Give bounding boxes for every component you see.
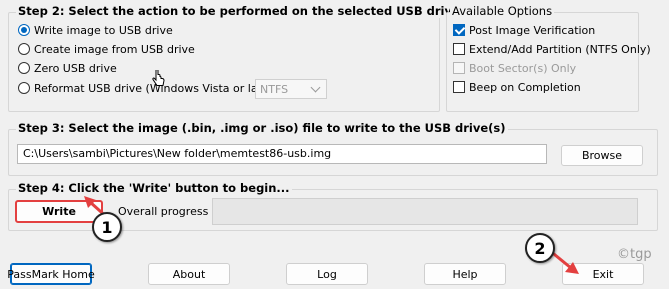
radio-label: Write image to USB drive	[34, 23, 173, 37]
image-path-field[interactable]: C:\Users\sambi\Pictures\New folder\memte…	[17, 144, 547, 164]
checkbox-label: Boot Sector(s) Only	[469, 61, 577, 75]
chevron-down-icon	[310, 82, 321, 92]
checkbox-label: Post Image Verification	[469, 23, 596, 37]
browse-button[interactable]: Browse	[561, 145, 643, 166]
checkbox-label: Extend/Add Partition (NTFS Only)	[469, 42, 651, 56]
filesystem-select[interactable]: NTFS	[255, 79, 327, 99]
help-button[interactable]: Help	[424, 263, 506, 285]
checkbox-icon[interactable]	[453, 24, 465, 36]
checkbox-icon[interactable]	[453, 81, 465, 93]
checkbox-icon	[453, 62, 465, 74]
check-extend-partition[interactable]: Extend/Add Partition (NTFS Only)	[453, 41, 651, 57]
check-post-image-verification[interactable]: Post Image Verification	[453, 22, 595, 38]
radio-button-icon[interactable]	[18, 62, 30, 74]
radio-label: Create image from USB drive	[34, 42, 195, 56]
overall-progress-label: Overall progress	[118, 205, 209, 218]
check-boot-sector-only: Boot Sector(s) Only	[453, 60, 576, 76]
check-beep-on-completion[interactable]: Beep on Completion	[453, 79, 581, 95]
overall-progress-bar	[212, 198, 638, 225]
annotation-badge-2: 2	[525, 233, 555, 263]
radio-button-icon[interactable]	[18, 82, 30, 94]
mouse-cursor-icon	[152, 70, 165, 86]
checkbox-label: Beep on Completion	[469, 80, 581, 94]
radio-create-image[interactable]: Create image from USB drive	[18, 41, 195, 57]
log-button[interactable]: Log	[286, 263, 368, 285]
radio-reformat-drive[interactable]: Reformat USB drive (Windows Vista or lat…	[18, 80, 277, 96]
radio-button-icon[interactable]	[18, 43, 30, 55]
step2-title: Step 2: Select the action to be performe…	[16, 4, 480, 18]
radio-label: Zero USB drive	[34, 61, 117, 75]
radio-write-image[interactable]: Write image to USB drive	[18, 22, 173, 38]
step4-title: Step 4: Click the 'Write' button to begi…	[16, 181, 292, 195]
radio-zero-drive[interactable]: Zero USB drive	[18, 60, 117, 76]
passmark-home-button[interactable]: PassMark Home	[7, 263, 95, 285]
available-options-title: Available Options	[450, 4, 555, 18]
radio-button-icon[interactable]	[18, 24, 30, 36]
annotation-badge-1: 1	[92, 212, 122, 242]
filesystem-select-value: NTFS	[260, 82, 289, 96]
checkbox-icon[interactable]	[453, 43, 465, 55]
watermark-text: ©tgp	[617, 247, 652, 262]
about-button[interactable]: About	[148, 263, 230, 285]
step3-title: Step 3: Select the image (.bin, .img or …	[16, 121, 508, 135]
